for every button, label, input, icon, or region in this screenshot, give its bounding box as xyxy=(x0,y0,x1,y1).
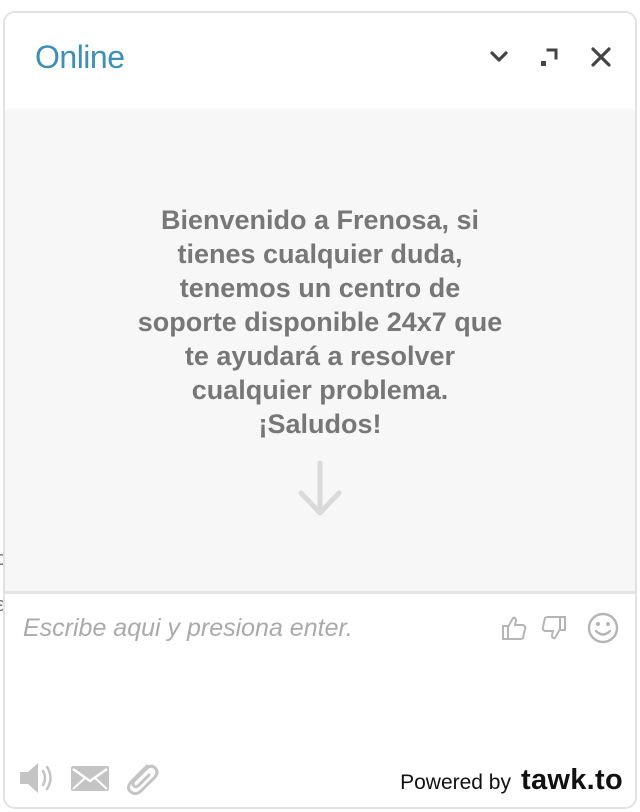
welcome-message: Bienvenido a Frenosa, si tienes cualquie… xyxy=(137,205,503,439)
minimize-button[interactable] xyxy=(483,41,515,73)
chat-body: Bienvenido a Frenosa, si tienes cualquie… xyxy=(5,109,635,591)
brand-logo: tawk.to xyxy=(521,764,623,796)
close-icon xyxy=(591,47,611,67)
popout-button[interactable] xyxy=(533,41,565,73)
message-composer: Powered by tawk.to xyxy=(5,594,635,807)
close-button[interactable] xyxy=(585,41,617,73)
chat-header: Online xyxy=(5,13,635,109)
mail-icon xyxy=(71,766,109,791)
sound-toggle-button[interactable] xyxy=(15,756,59,800)
chat-widget: Online Bienvenido a Frenosa, si tienes c… xyxy=(3,11,637,809)
powered-by-link[interactable]: Powered by tawk.to xyxy=(400,764,623,797)
rate-negative-button[interactable] xyxy=(539,612,569,644)
popout-icon xyxy=(541,48,558,66)
arrow-down-icon xyxy=(298,460,342,516)
emoji-button[interactable] xyxy=(585,612,621,644)
sound-icon xyxy=(20,763,52,793)
thumbs-up-icon xyxy=(502,616,527,640)
chevron-down-icon xyxy=(490,51,508,62)
thumbs-down-icon xyxy=(541,616,566,640)
status-label: Online xyxy=(35,39,125,75)
rate-positive-button[interactable] xyxy=(499,612,529,644)
email-transcript-button[interactable] xyxy=(68,756,112,800)
smiley-icon xyxy=(587,612,619,644)
attachment-icon xyxy=(127,764,159,796)
message-input[interactable] xyxy=(23,608,483,648)
attach-file-button[interactable] xyxy=(119,756,163,800)
powered-by-label: Powered by xyxy=(400,771,511,794)
